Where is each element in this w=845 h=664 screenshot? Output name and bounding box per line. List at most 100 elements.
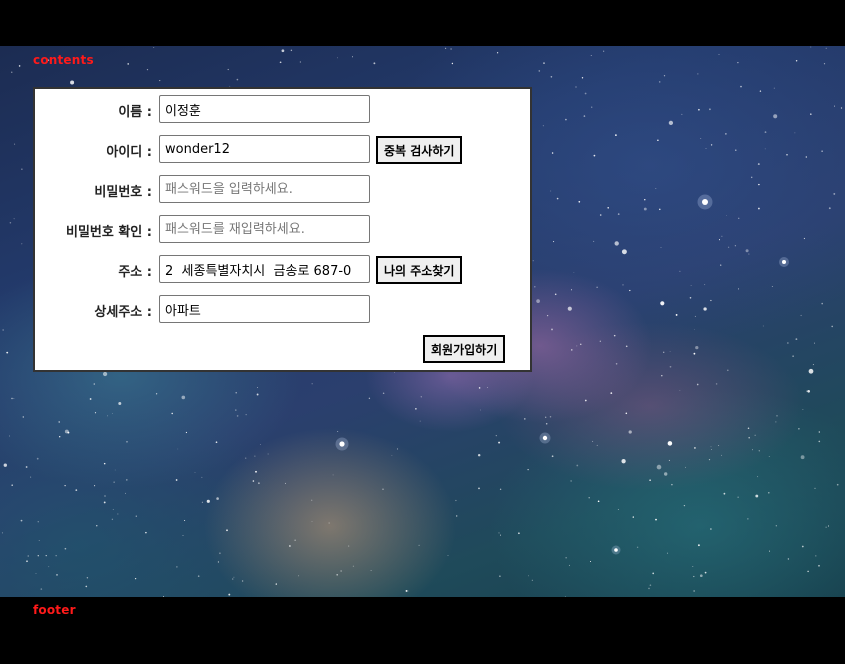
star: [135, 515, 137, 517]
star: [396, 448, 399, 450]
star: [89, 398, 92, 400]
star: [373, 62, 376, 65]
star: [704, 571, 707, 574]
star: [786, 154, 788, 156]
contents-label: contents: [33, 53, 94, 67]
star: [655, 518, 657, 521]
star: [177, 448, 179, 450]
star: [831, 325, 834, 328]
star: [747, 427, 750, 429]
star: [30, 476, 32, 478]
star: [527, 469, 529, 471]
star: [236, 415, 239, 417]
star: [546, 314, 549, 317]
star: [6, 351, 9, 354]
star: [591, 106, 593, 108]
star: [477, 453, 481, 457]
star: [617, 213, 620, 215]
star: [568, 564, 570, 566]
find-address-button[interactable]: 나의 주소찾기: [376, 256, 463, 284]
star: [718, 54, 720, 55]
star: [576, 345, 578, 347]
star: [498, 532, 500, 534]
star: [368, 397, 371, 400]
star: [752, 449, 753, 451]
star: [720, 264, 722, 266]
user-id-input[interactable]: [159, 135, 370, 163]
star: [818, 440, 821, 443]
star: [45, 554, 47, 557]
star: [565, 557, 567, 559]
star: [599, 340, 601, 342]
star: [575, 86, 577, 88]
address-input[interactable]: [159, 255, 370, 283]
star: [279, 61, 282, 64]
star: [185, 431, 187, 434]
star: [675, 313, 678, 316]
star: [215, 441, 218, 444]
footer-label: footer: [33, 603, 76, 617]
check-duplicate-button[interactable]: 중복 검사하기: [376, 136, 463, 164]
password-input[interactable]: [159, 175, 370, 203]
star: [236, 78, 239, 81]
name-input[interactable]: [159, 95, 370, 123]
star: [836, 483, 839, 486]
star: [111, 413, 113, 414]
star: [14, 143, 16, 145]
star: [679, 390, 681, 391]
star: [794, 132, 796, 134]
star: [681, 113, 683, 115]
star: [233, 576, 235, 578]
star: [111, 518, 114, 521]
star: [259, 444, 261, 445]
star: [814, 342, 815, 344]
star: [614, 241, 619, 246]
star: [596, 444, 598, 446]
bright-star: [782, 260, 786, 264]
password-confirm-input[interactable]: [159, 215, 370, 243]
star: [592, 440, 594, 442]
star: [284, 482, 286, 484]
password-confirm-row: 비밀번호 확인 :: [35, 215, 530, 245]
star: [599, 214, 602, 216]
star: [182, 535, 184, 536]
star: [518, 532, 520, 535]
star: [27, 555, 29, 557]
star: [812, 364, 814, 366]
star: [584, 399, 587, 402]
star: [565, 118, 567, 121]
star: [13, 218, 15, 220]
star: [764, 131, 767, 133]
star: [576, 464, 579, 467]
star: [551, 152, 554, 154]
star: [740, 85, 742, 88]
star: [628, 430, 632, 434]
password-confirm-label: 비밀번호 확인 :: [65, 225, 152, 240]
star: [723, 492, 726, 495]
star: [710, 446, 712, 448]
star: [94, 485, 96, 487]
star: [281, 49, 285, 53]
star: [478, 487, 480, 490]
star: [583, 115, 586, 117]
star: [737, 61, 739, 64]
star: [536, 299, 540, 303]
star: [818, 564, 820, 567]
star: [498, 441, 501, 444]
star: [102, 371, 108, 377]
bright-star: [542, 435, 548, 441]
bright-star: [702, 199, 708, 205]
password-label: 비밀번호 :: [94, 185, 152, 200]
name-row: 이름 :: [35, 95, 530, 125]
star: [184, 519, 186, 522]
star: [807, 390, 810, 393]
star: [231, 578, 234, 580]
address-detail-input[interactable]: [159, 295, 370, 323]
star: [596, 286, 598, 288]
signup-button[interactable]: 회원가입하기: [423, 335, 506, 363]
star: [175, 479, 178, 481]
star: [206, 499, 210, 503]
star: [499, 488, 502, 490]
star: [294, 539, 296, 541]
star: [444, 47, 447, 50]
